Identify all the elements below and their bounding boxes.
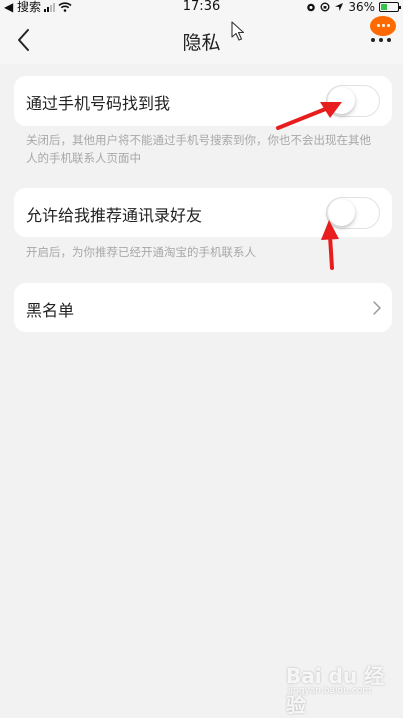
blacklist-row[interactable]: 黑名单 — [14, 283, 392, 332]
message-bubble-icon — [370, 16, 396, 36]
setting-recommend-contacts: 允许给我推荐通讯录好友 — [14, 188, 392, 237]
more-button[interactable] — [366, 16, 398, 50]
setting-recommend-contacts-label: 允许给我推荐通讯录好友 — [26, 206, 203, 225]
toggle-knob — [328, 199, 355, 226]
toggle-knob — [328, 87, 355, 114]
mouse-cursor-icon — [231, 21, 245, 41]
rotation-lock-icon — [320, 2, 330, 12]
setting-find-by-phone: 通过手机号码找到我 — [14, 76, 392, 126]
navigation-bar: 隐私 — [0, 16, 403, 64]
chevron-right-icon — [373, 301, 381, 315]
watermark-url: jingyan.baidu.com — [288, 686, 372, 696]
page-title: 隐私 — [182, 32, 221, 54]
recommend-contacts-toggle[interactable] — [326, 197, 380, 229]
find-by-phone-toggle[interactable] — [326, 85, 380, 117]
battery-icon — [379, 2, 401, 12]
status-right: 36% — [306, 0, 401, 14]
setting-recommend-contacts-description: 开启后，为你推荐已经开通淘宝的手机联系人 — [26, 245, 256, 259]
setting-find-by-phone-label: 通过手机号码找到我 — [26, 94, 171, 113]
location-icon — [335, 3, 344, 11]
setting-find-by-phone-description: 关闭后，其他用户将不能通过手机号搜索到你，你也不会出现在其他人的手机联系人页面中 — [26, 133, 371, 165]
battery-percent: 36% — [348, 0, 375, 14]
baidu-jingyan-watermark: Bai du 经验 jingyan.baidu.com — [286, 660, 396, 717]
alarm-icon — [307, 3, 316, 12]
status-bar: ◀ 搜索 17:36 36% — [0, 0, 403, 16]
blacklist-label: 黑名单 — [26, 301, 75, 320]
more-dots-icon — [371, 38, 391, 42]
